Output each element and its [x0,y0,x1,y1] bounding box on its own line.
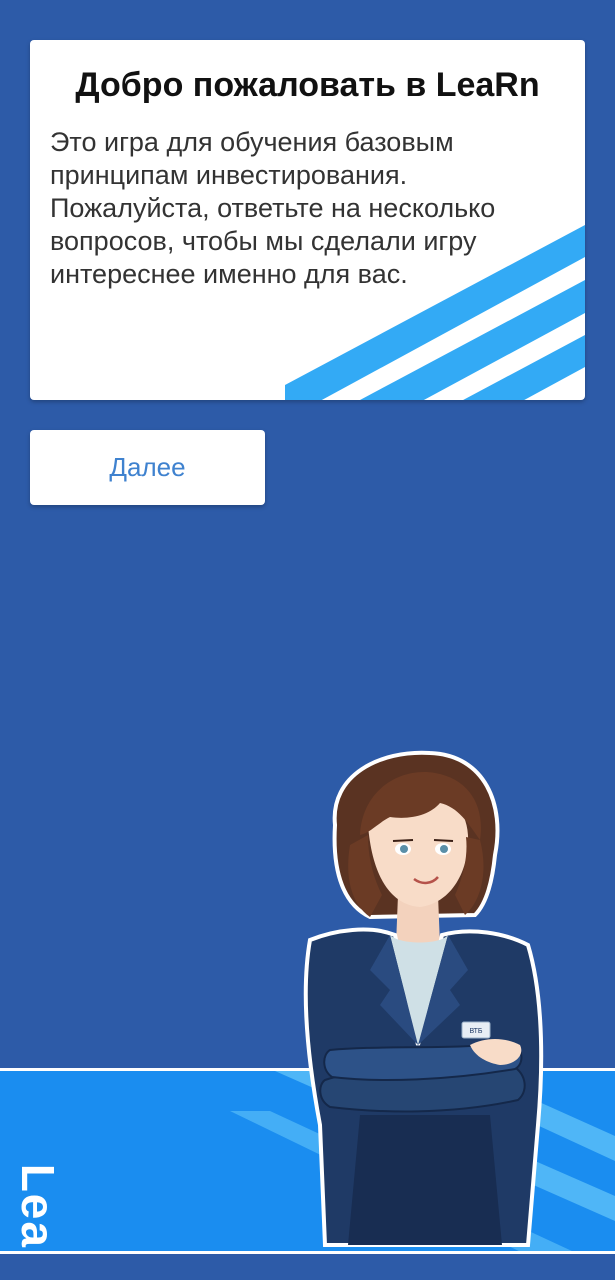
badge-text: ВТБ [469,1028,482,1035]
welcome-title: Добро пожаловать в LeaRn [75,66,540,104]
welcome-description: Это игра для обучения базовым принципам … [50,127,496,289]
next-button[interactable]: Далее [30,430,265,505]
learn-logo: LeaRn [12,1163,64,1254]
mascot-character: ВТБ [303,750,544,1247]
welcome-card: Добро пожаловать в LeaRn Это игра для об… [30,40,585,400]
